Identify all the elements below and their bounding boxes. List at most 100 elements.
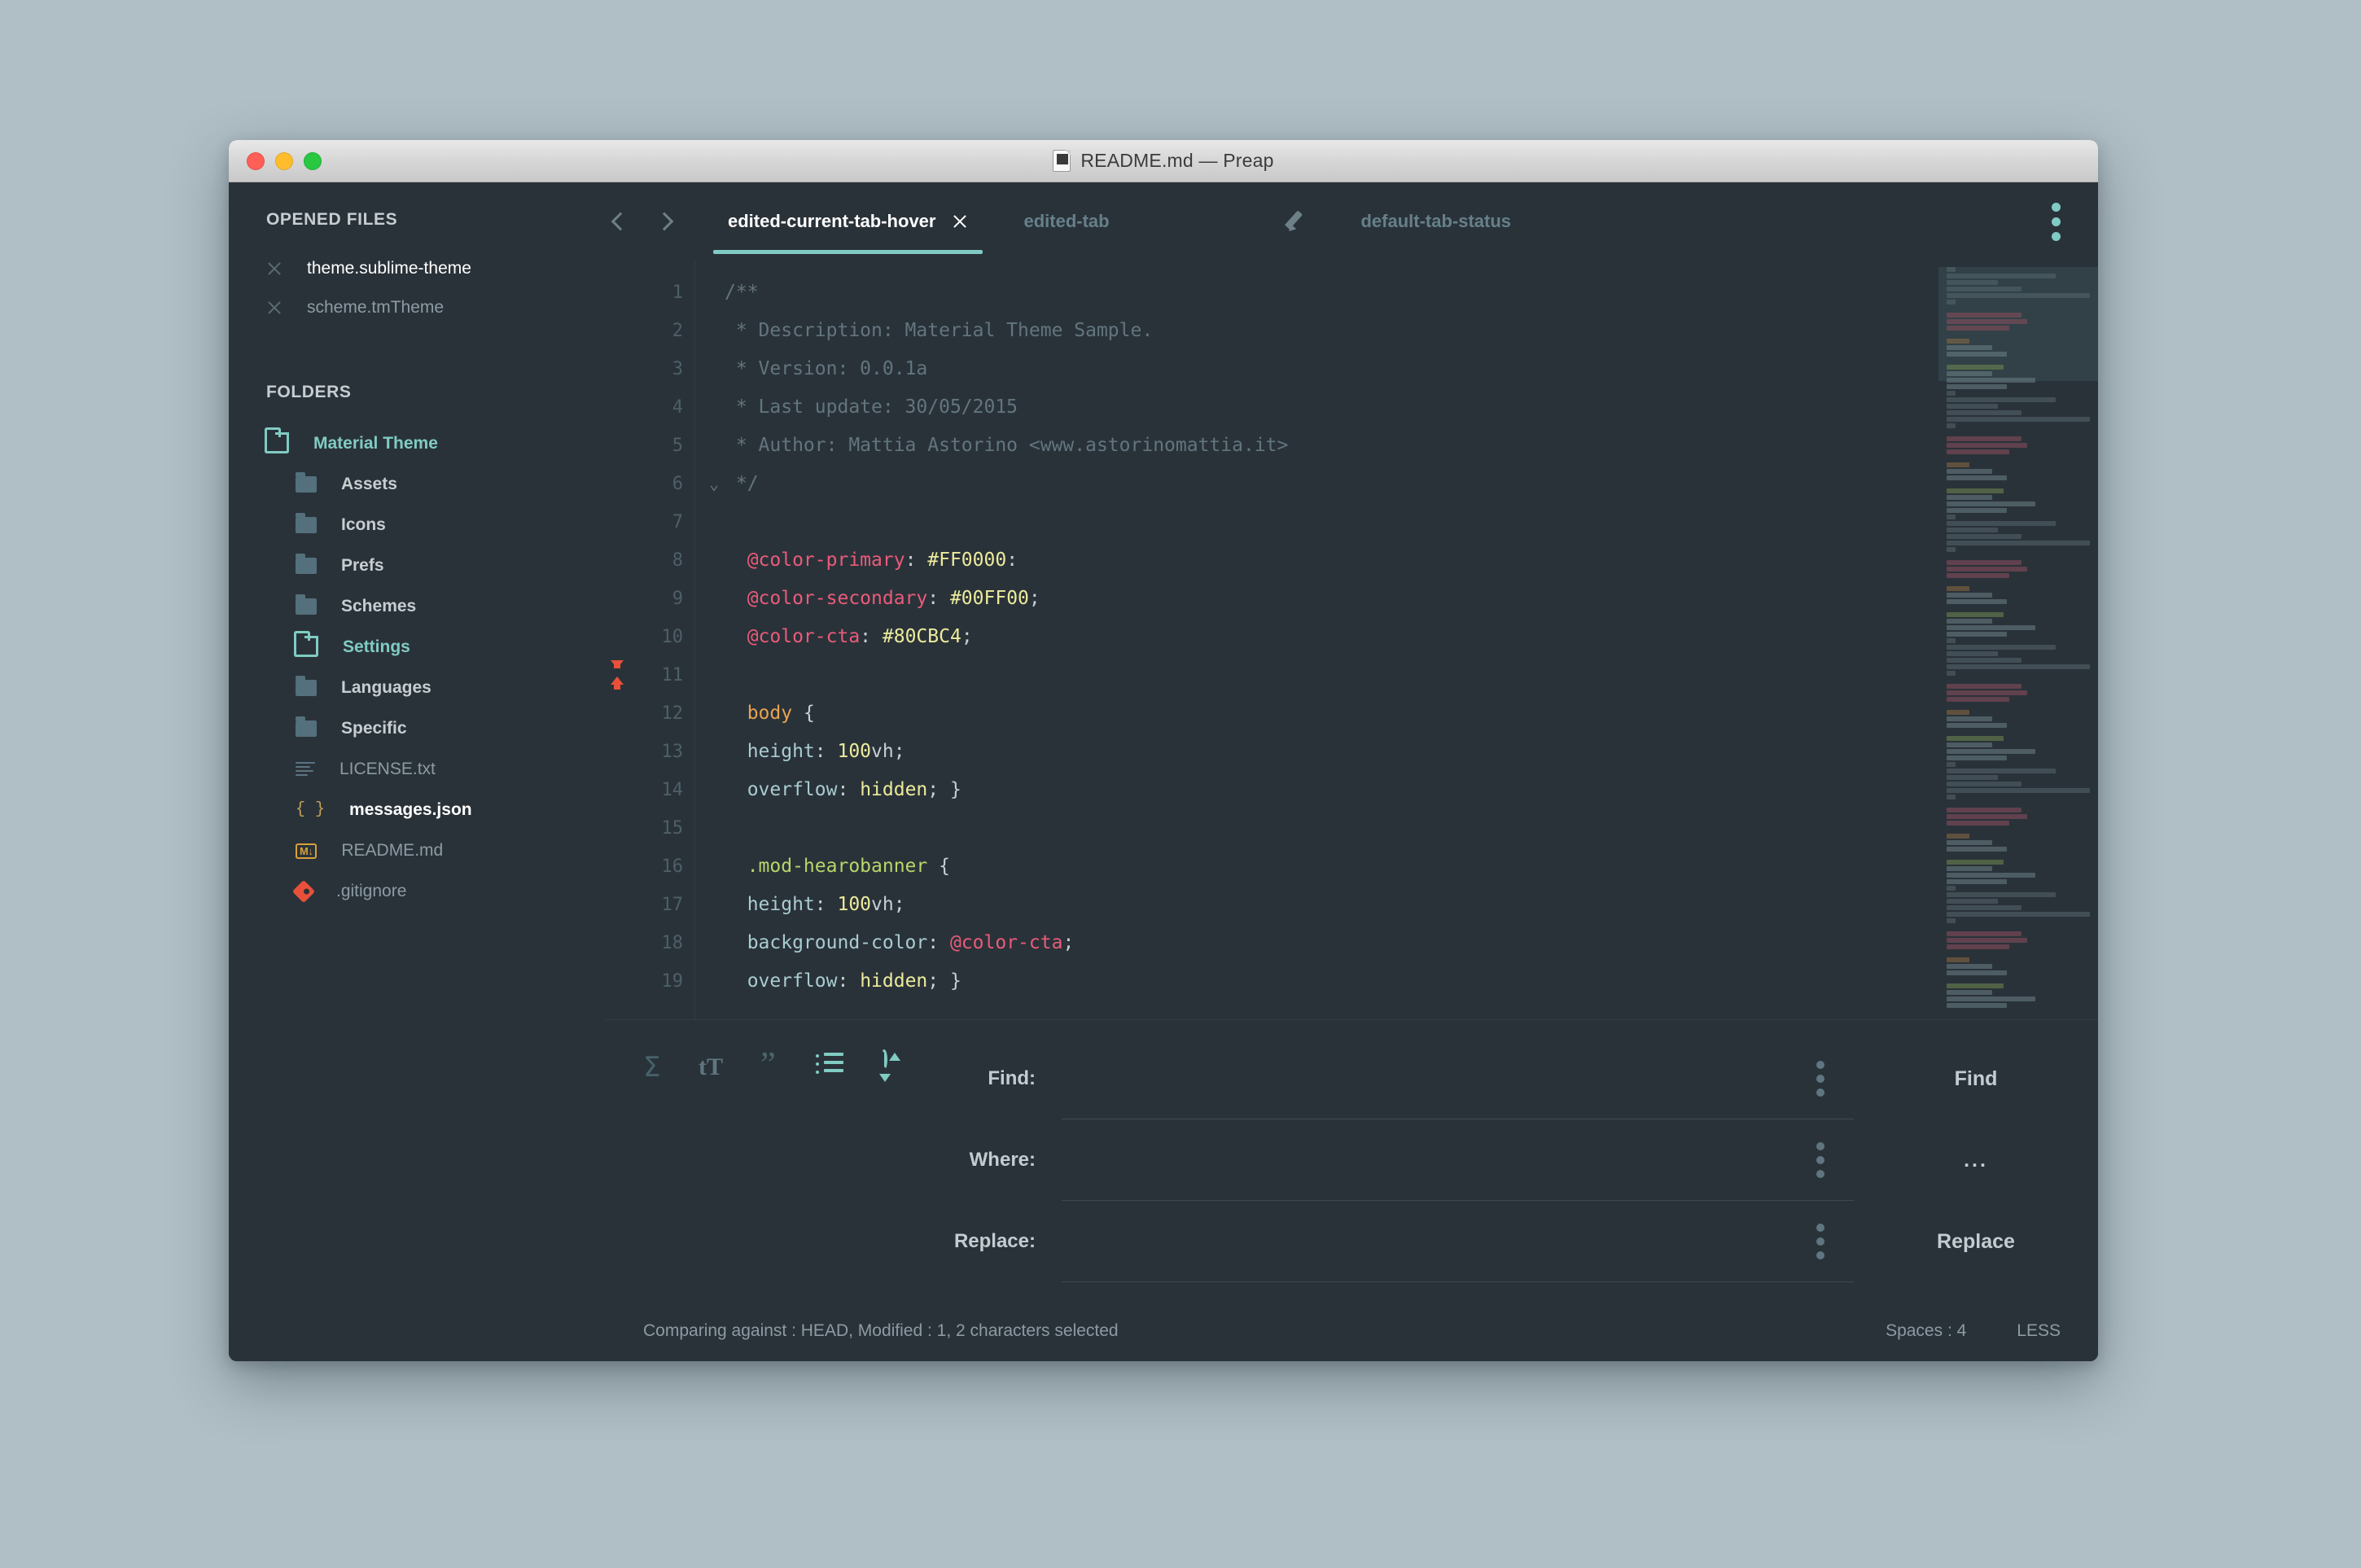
tree-folder-item[interactable]: Assets <box>229 464 606 505</box>
chevron-right-icon[interactable] <box>655 212 674 231</box>
find-input[interactable] <box>1062 1149 1803 1171</box>
tree-file-item[interactable]: LICENSE.txt <box>229 749 606 790</box>
json-file-icon: { } <box>296 800 326 819</box>
line-number-label: 2 <box>672 321 683 341</box>
diff-marker-icon[interactable] <box>607 659 627 693</box>
tree-item-label: Prefs <box>341 556 384 575</box>
markdown-file-icon: M↓ <box>296 843 318 859</box>
code-token: #80CBC4 <box>882 626 961 647</box>
editor-tab[interactable]: edited-tab <box>996 182 1333 261</box>
find-action-button[interactable]: Find <box>1854 1038 2098 1119</box>
line-number: 6 ⌄ <box>606 465 719 503</box>
code-line: /** <box>725 274 1938 312</box>
minimap-line <box>1947 313 2022 318</box>
editor-tab[interactable]: default-tab-status <box>1333 182 1539 261</box>
code-token: : <box>927 932 950 953</box>
find-row: Find: <box>899 1038 1854 1119</box>
overflow-menu-icon[interactable] <box>2014 182 2098 261</box>
overflow-menu-icon[interactable] <box>1803 1223 1854 1259</box>
minimap-line <box>1947 378 2036 383</box>
pencil-icon[interactable] <box>1284 211 1305 232</box>
opened-files-header: OPENED FILES <box>266 210 398 229</box>
chevron-left-icon[interactable] <box>611 212 630 231</box>
tree-item-label: Languages <box>341 678 431 697</box>
list-icon[interactable] <box>816 1053 843 1082</box>
minimap-line <box>1947 371 1993 376</box>
tab-spacer <box>1539 182 2014 261</box>
overflow-menu-icon[interactable] <box>1803 1060 1854 1097</box>
find-action-button[interactable]: Replace <box>1854 1201 2098 1282</box>
minimap-line <box>1947 449 2010 454</box>
find-input-wrapper[interactable] <box>1062 1038 1854 1119</box>
minimap-line <box>1947 996 2036 1001</box>
font-size-icon[interactable]: tT <box>699 1053 723 1082</box>
close-icon[interactable] <box>952 213 968 230</box>
close-icon[interactable] <box>266 261 283 277</box>
opened-file-item[interactable]: theme.sublime-theme <box>229 249 606 288</box>
minimap-line <box>1947 280 1999 285</box>
tree-file-item[interactable]: M↓ README.md <box>229 830 606 871</box>
minimap-line <box>1947 287 2022 291</box>
minimap-line <box>1947 267 1956 272</box>
tree-folder-item[interactable]: Schemes <box>229 586 606 627</box>
line-number: 13 <box>606 733 694 771</box>
line-number: 9 <box>606 580 694 618</box>
code-content[interactable]: /** * Description: Material Theme Sample… <box>695 261 1938 1019</box>
code-token: ; <box>1028 588 1040 609</box>
tree-file-item[interactable]: Material Theme <box>229 423 606 464</box>
find-input[interactable] <box>1062 1230 1803 1252</box>
minimap-line <box>1947 931 2022 936</box>
tree-folder-item[interactable]: Specific <box>229 708 606 749</box>
code-line: @color-cta: #80CBC4; <box>725 618 1938 656</box>
overflow-menu-icon[interactable] <box>1803 1141 1854 1178</box>
minimap[interactable] <box>1938 261 2098 1019</box>
find-input[interactable] <box>1062 1067 1803 1089</box>
syntax-status[interactable]: LESS <box>2017 1321 2061 1341</box>
sigma-icon[interactable]: Σ <box>643 1053 661 1082</box>
find-action-button[interactable]: ... <box>1854 1119 2098 1201</box>
line-number: 5 <box>606 427 694 465</box>
tree-item-label: .gitignore <box>336 882 407 900</box>
opened-file-item[interactable]: scheme.tmTheme <box>229 288 606 327</box>
sidebar: OPENED FILES theme.sublime-theme scheme.t… <box>229 182 606 1361</box>
tree-folder-item[interactable]: Languages <box>229 668 606 708</box>
code-line: background-color: @color-cta; <box>725 924 1938 962</box>
code-token: ; <box>893 894 905 915</box>
find-input-wrapper[interactable] <box>1062 1119 1854 1201</box>
quote-icon[interactable]: ” <box>760 1048 778 1082</box>
code-token: ; } <box>927 779 961 800</box>
folder-open-icon <box>265 427 289 453</box>
find-input-wrapper[interactable] <box>1062 1201 1854 1282</box>
code-token: height <box>725 894 815 915</box>
tree-folder-item[interactable]: Icons <box>229 505 606 545</box>
close-icon[interactable] <box>266 300 283 316</box>
zoom-button[interactable] <box>304 151 322 170</box>
editor-tab[interactable]: edited-current-tab-hover <box>700 182 996 261</box>
line-number-label: 6 <box>672 474 683 494</box>
find-options-icons: Σ tT ” <box>606 1020 899 1301</box>
code-line: */ <box>725 465 1938 503</box>
tab-label: default-tab-status <box>1360 211 1512 231</box>
minimize-button[interactable] <box>275 151 293 170</box>
code-editor[interactable]: 1 2 3 4 5 6 ⌄ 7 8 9 10 11 12 13 14 15 16 17 18 19 /** * Des… <box>606 261 1938 1019</box>
tree-file-item[interactable]: .gitignore <box>229 871 606 912</box>
minimap-line <box>1947 619 1993 624</box>
line-number: 7 <box>606 503 694 541</box>
window-titlebar: README.md — Preap <box>229 140 2098 182</box>
window-body: OPENED FILES theme.sublime-theme scheme.t… <box>229 182 2098 1361</box>
tree-file-item[interactable]: { } messages.json <box>229 790 606 830</box>
tree-folder-item[interactable]: Settings <box>229 627 606 668</box>
tree-item-label: Icons <box>341 515 386 534</box>
refresh-icon[interactable] <box>881 1049 899 1082</box>
tree-folder-item[interactable]: Prefs <box>229 545 606 586</box>
indentation-status[interactable]: Spaces : 4 <box>1886 1321 1966 1341</box>
line-number: 14 <box>606 771 694 809</box>
fold-arrow-icon[interactable]: ⌄ <box>701 465 719 503</box>
line-number-label: 7 <box>672 512 683 532</box>
close-button[interactable] <box>247 151 265 170</box>
minimap-line <box>1947 873 2036 878</box>
code-token: : <box>837 779 861 800</box>
minimap-line <box>1947 970 2007 975</box>
code-token: @color-secondary <box>725 588 928 609</box>
line-number-label: 15 <box>661 818 684 839</box>
